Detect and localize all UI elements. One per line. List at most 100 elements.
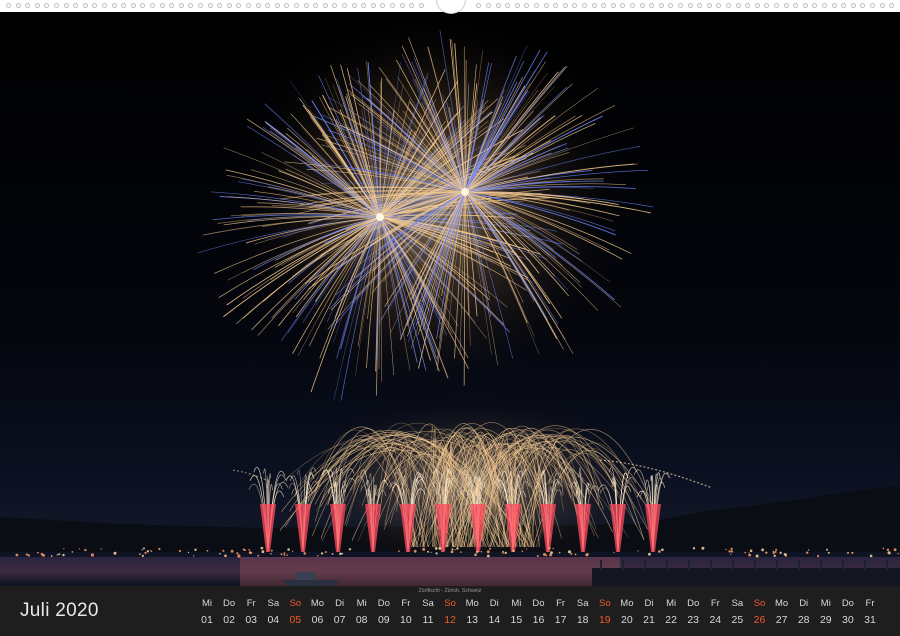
day-number: 08: [355, 614, 368, 626]
shore-light: [807, 549, 810, 551]
shore-light: [637, 550, 639, 552]
day-number: 06: [311, 614, 324, 626]
pier-post: [622, 560, 624, 570]
day-number: 17: [554, 614, 567, 626]
binding-hole: [831, 3, 837, 8]
shore-light: [280, 553, 283, 556]
shore-light: [886, 548, 890, 551]
binding-hole: [130, 3, 136, 8]
shore-light: [58, 553, 61, 556]
shore-light: [219, 552, 221, 555]
shore-light: [730, 547, 733, 551]
day-number: 11: [422, 614, 434, 626]
shore-light: [775, 548, 778, 551]
shore-light: [476, 550, 479, 554]
binding-hole: [284, 3, 290, 8]
shore-light: [398, 550, 400, 552]
binding-hole: [159, 3, 165, 8]
weekday-label: Mo: [465, 598, 479, 609]
weekday-label: Do: [841, 598, 854, 609]
binding-hole: [601, 3, 607, 8]
shore-light: [827, 551, 830, 554]
day-number: 27: [775, 614, 788, 626]
binding-hole: [351, 3, 357, 8]
day-number: 05: [289, 614, 302, 626]
shore-light: [287, 548, 290, 551]
weekday-label: So: [289, 598, 302, 609]
shore-light: [413, 549, 417, 553]
day-number: 18: [576, 614, 589, 626]
weekday-label: Fr: [246, 598, 256, 609]
shore-light: [206, 550, 209, 552]
shore-light: [749, 549, 753, 553]
shore-light: [744, 551, 746, 554]
shore-light: [320, 552, 324, 555]
shore-light: [502, 550, 504, 553]
weekday-label: Fr: [710, 598, 720, 609]
binding-hole: [562, 3, 568, 8]
shore-light: [761, 548, 764, 552]
shore-light: [730, 553, 732, 555]
binding-hole: [889, 3, 895, 8]
weekday-label: Sa: [422, 598, 434, 609]
shore-light: [230, 549, 234, 553]
shore-light: [331, 553, 334, 555]
binding-hole: [169, 3, 175, 8]
shore-light: [536, 555, 539, 557]
weekday-label: Mi: [201, 598, 213, 609]
day-number: 31: [864, 614, 876, 626]
fireworks-illustration: [0, 12, 900, 586]
pier-post: [688, 560, 690, 570]
day-number: 28: [797, 614, 810, 626]
shore-light: [869, 554, 873, 558]
shore-light: [113, 551, 117, 555]
day-number: 13: [466, 614, 479, 626]
binding-hole: [246, 3, 251, 8]
shore-light: [451, 548, 454, 551]
weekday-label: Do: [532, 598, 545, 609]
weekday-label: Mo: [310, 598, 325, 609]
day-number: 19: [598, 614, 611, 626]
binding-hole: [572, 3, 578, 8]
binding-hole: [524, 3, 530, 8]
binding-hole: [265, 3, 271, 8]
shore-light: [567, 550, 572, 554]
shore-light: [78, 548, 80, 550]
binding-hole: [802, 3, 808, 8]
binding-hole: [639, 3, 645, 8]
binding-hole: [486, 3, 491, 8]
binding-hole: [505, 3, 511, 8]
day-number: 10: [400, 614, 412, 626]
shore-light: [341, 552, 344, 555]
binding-hole: [879, 3, 885, 8]
binding-hole: [822, 3, 827, 8]
shore-light: [755, 554, 759, 558]
binding-hole: [198, 3, 203, 8]
binding-hole: [207, 3, 213, 8]
shore-light: [139, 553, 141, 555]
day-number: 25: [731, 614, 744, 626]
shore-light: [897, 552, 899, 555]
shore-light: [730, 550, 734, 553]
weekday-label: So: [598, 598, 611, 609]
binding-hole: [620, 3, 626, 8]
shore-light: [574, 553, 577, 556]
shore-light: [438, 546, 442, 550]
shore-light: [283, 554, 286, 556]
binding-hole: [303, 3, 309, 8]
shore-light: [236, 552, 239, 555]
binding-hole: [735, 3, 741, 8]
binding-hole: [342, 3, 347, 8]
shore-light: [460, 551, 462, 553]
pier-post: [644, 560, 646, 570]
binding-hole: [793, 3, 799, 8]
binding-hole: [102, 3, 107, 8]
shore-light: [178, 549, 181, 553]
shore-light: [450, 550, 454, 554]
shore-light: [558, 551, 561, 554]
shore-light: [50, 555, 53, 557]
shore-light: [502, 552, 504, 554]
shore-light: [63, 548, 65, 550]
trail: [232, 469, 271, 483]
shore-light: [56, 554, 58, 556]
